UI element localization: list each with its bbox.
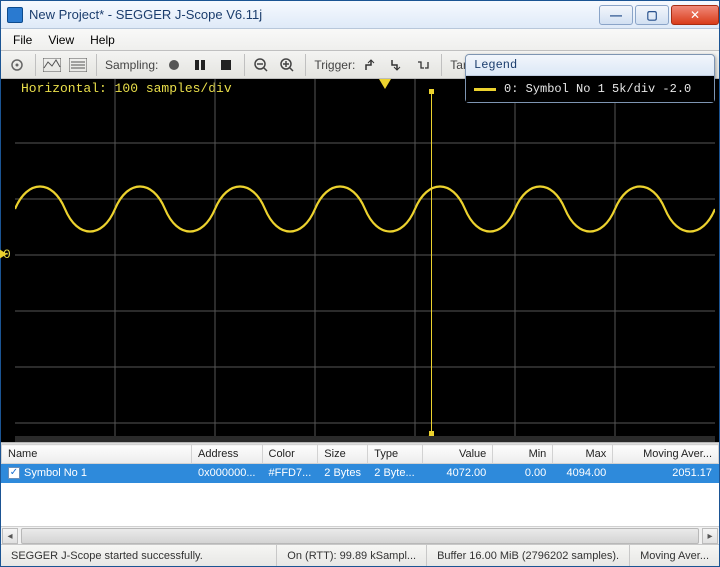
minimize-button[interactable]: — xyxy=(599,5,633,25)
scroll-left-icon[interactable]: ◂ xyxy=(2,528,18,544)
status-rate: On (RTT): 99.89 kSampl... xyxy=(277,545,427,566)
scroll-thumb[interactable] xyxy=(21,528,699,544)
legend-swatch-icon xyxy=(474,88,496,91)
cell-size: 2 Bytes xyxy=(318,464,368,483)
legend-entry-0[interactable]: 0: Symbol No 1 5k/div -2.0 xyxy=(466,76,714,102)
menu-file[interactable]: File xyxy=(5,31,40,49)
trace-symbol-1 xyxy=(15,187,715,232)
list-view-icon[interactable] xyxy=(66,53,90,77)
plot-view-icon[interactable] xyxy=(40,53,64,77)
col-type[interactable]: Type xyxy=(368,445,423,464)
col-address[interactable]: Address xyxy=(192,445,263,464)
cell-max: 4094.00 xyxy=(553,464,613,483)
menu-help[interactable]: Help xyxy=(82,31,123,49)
plot-scroll-track[interactable] xyxy=(15,436,715,442)
col-min[interactable]: Min xyxy=(493,445,553,464)
zero-marker-icon[interactable] xyxy=(0,249,7,259)
status-buffer: Buffer 16.00 MiB (2796202 samples). xyxy=(427,545,630,566)
scope-canvas[interactable] xyxy=(15,79,715,437)
maximize-button[interactable]: ▢ xyxy=(635,5,669,25)
menu-view[interactable]: View xyxy=(40,31,82,49)
symbol-table: Name Address Color Size Type Value Min M… xyxy=(1,444,719,483)
trigger-both-icon[interactable] xyxy=(411,53,435,77)
cell-color: #FFD7... xyxy=(262,464,318,483)
cursor-line[interactable] xyxy=(431,89,432,436)
close-button[interactable]: ✕ xyxy=(671,5,719,25)
col-max[interactable]: Max xyxy=(553,445,613,464)
app-window: New Project* - SEGGER J-Scope V6.11j — ▢… xyxy=(0,0,720,567)
cell-address: 0x000000... xyxy=(192,464,263,483)
table-row[interactable]: ✓ Symbol No 1 0x000000... #FFD7... 2 Byte… xyxy=(2,464,719,483)
record-icon[interactable] xyxy=(162,53,186,77)
menubar: File View Help xyxy=(1,29,719,51)
trigger-rise-icon[interactable] xyxy=(359,53,383,77)
symbol-table-panel: Name Address Color Size Type Value Min M… xyxy=(1,443,719,544)
cell-value: 4072.00 xyxy=(423,464,493,483)
legend-panel[interactable]: Legend 0: Symbol No 1 5k/div -2.0 xyxy=(465,54,715,103)
status-mavg: Moving Aver... xyxy=(630,545,719,566)
zoom-in-icon[interactable] xyxy=(275,53,299,77)
row-checkbox-icon[interactable]: ✓ xyxy=(8,467,20,479)
stop-sampling-icon[interactable] xyxy=(214,53,238,77)
col-mavg[interactable]: Moving Aver... xyxy=(613,445,719,464)
col-size[interactable]: Size xyxy=(318,445,368,464)
col-name[interactable]: Name xyxy=(2,445,192,464)
grid-lines xyxy=(15,79,715,437)
table-empty-area xyxy=(1,483,719,526)
settings-icon[interactable] xyxy=(5,53,29,77)
trigger-label: Trigger: xyxy=(314,58,355,72)
status-message: SEGGER J-Scope started successfully. xyxy=(1,545,277,566)
scroll-right-icon[interactable]: ▸ xyxy=(702,528,718,544)
legend-title[interactable]: Legend xyxy=(466,55,714,76)
trigger-marker-top-icon[interactable] xyxy=(379,79,391,89)
cell-type: 2 Byte... xyxy=(368,464,423,483)
scope-plot[interactable]: Horizontal: 100 samples/div 2523.928 M Δ… xyxy=(1,79,719,443)
pause-sampling-icon[interactable] xyxy=(188,53,212,77)
window-title: New Project* - SEGGER J-Scope V6.11j xyxy=(29,7,597,22)
zoom-out-icon[interactable] xyxy=(249,53,273,77)
trigger-fall-icon[interactable] xyxy=(385,53,409,77)
statusbar: SEGGER J-Scope started successfully. On … xyxy=(1,544,719,566)
cell-mavg: 2051.17 xyxy=(613,464,719,483)
col-color[interactable]: Color xyxy=(262,445,318,464)
cell-min: 0.00 xyxy=(493,464,553,483)
titlebar[interactable]: New Project* - SEGGER J-Scope V6.11j — ▢… xyxy=(1,1,719,29)
sampling-label: Sampling: xyxy=(105,58,158,72)
table-hscrollbar[interactable]: ◂ ▸ xyxy=(1,526,719,544)
app-icon xyxy=(7,7,23,23)
cell-name: Symbol No 1 xyxy=(24,467,87,479)
legend-entry-text: 0: Symbol No 1 5k/div -2.0 xyxy=(504,82,691,96)
col-value[interactable]: Value xyxy=(423,445,493,464)
